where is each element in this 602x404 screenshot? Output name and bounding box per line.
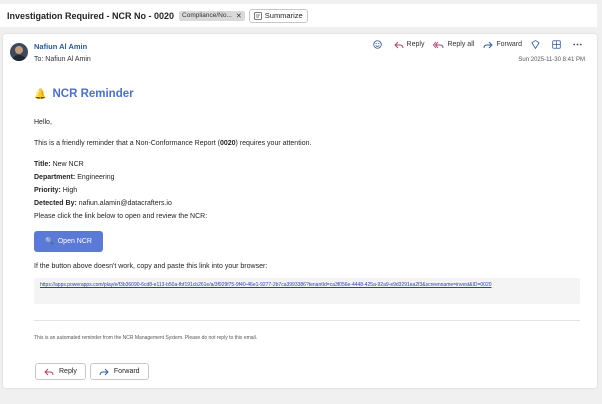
field-label: Department: (34, 174, 76, 181)
more-actions-button[interactable] (573, 43, 585, 46)
summarize-icon (253, 11, 262, 20)
reply-label: Reply (406, 41, 425, 48)
summarize-label: Summarize (264, 11, 303, 20)
bottom-forward-label: Forward (113, 368, 140, 375)
footer-note: This is an automated reminder from the N… (34, 335, 258, 341)
reply-all-icon (433, 41, 444, 48)
message-date: Sun 2025-11-30 8:41 PM (518, 57, 585, 63)
field-value: New NCR (52, 161, 84, 168)
field-label: Title: (34, 161, 51, 168)
bottom-forward-button[interactable]: Forward (89, 363, 149, 380)
grid-icon (552, 40, 561, 49)
field-value: High (62, 187, 78, 194)
field-label: Detected By: (34, 200, 77, 207)
reply-icon (393, 41, 403, 48)
link-box: https://apps.powerapps.com/play/e/f3b360… (34, 278, 580, 304)
field-department: Department: Engineering (34, 173, 115, 182)
ncr-link[interactable]: https://apps.powerapps.com/play/e/f3b360… (34, 278, 580, 290)
message-card: Nafiun Al Amin To: Nafiun Al Amin Reply … (3, 34, 597, 388)
reply-button[interactable]: Reply (393, 41, 425, 49)
ncr-number: 0020 (219, 140, 236, 147)
click-instruction: Please click the link below to open and … (34, 213, 208, 220)
forward-label: Forward (496, 41, 522, 48)
to-recipient[interactable]: Nafiun Al Amin (45, 56, 91, 63)
reply-icon (44, 368, 54, 375)
apps-button[interactable] (552, 40, 564, 49)
intro-after: ) requires your attention. (235, 140, 312, 147)
open-ncr-button[interactable]: 🔍 Open NCR (34, 231, 103, 252)
forward-button[interactable]: Forward (483, 41, 522, 49)
shield-icon (531, 40, 540, 49)
reply-all-label: Reply all (447, 41, 475, 48)
magnifier-icon: 🔍 (45, 238, 54, 245)
category-tag-label: Compliance/No... (182, 12, 232, 19)
email-subject: Investigation Required - NCR No - 0020 (7, 10, 175, 21)
field-value: nafiun.alamin@datacrafters.io (78, 200, 172, 207)
tag-close-icon[interactable]: ✕ (236, 12, 242, 20)
intro-before: This is a friendly reminder that a Non-C… (34, 140, 220, 147)
field-priority: Priority: High (34, 186, 77, 195)
greeting: Hello, (34, 119, 52, 126)
divider (34, 320, 580, 321)
reply-all-button[interactable]: Reply all (433, 41, 474, 49)
forward-icon (99, 368, 109, 375)
heading-text: NCR Reminder (52, 88, 134, 100)
avatar[interactable] (10, 43, 28, 61)
category-tag[interactable]: Compliance/No... ✕ (179, 10, 245, 21)
reminder-heading: 🔔 NCR Reminder (34, 88, 134, 100)
message-actions: Reply Reply all Forward (364, 40, 585, 49)
field-label: Priority: (34, 187, 61, 194)
field-value: Engineering (77, 174, 115, 181)
more-icon (573, 43, 582, 46)
forward-icon (483, 41, 493, 48)
bottom-reply-label: Reply (59, 368, 77, 375)
field-title: Title: New NCR (34, 160, 84, 169)
sender-name[interactable]: Nafiun Al Amin (34, 42, 87, 51)
summarize-button[interactable]: Summarize (248, 8, 308, 23)
to-prefix: To: (34, 56, 44, 63)
fallback-text: If the button above doesn't work, copy a… (34, 263, 268, 270)
bottom-reply-button[interactable]: Reply (35, 363, 86, 380)
field-detected-by: Detected By: nafiun.alamin@datacrafters.… (34, 199, 172, 208)
immersive-reader-button[interactable] (531, 40, 543, 49)
open-ncr-label: Open NCR (57, 238, 92, 245)
intro-paragraph: This is a friendly reminder that a Non-C… (34, 139, 311, 148)
emoji-button[interactable] (372, 40, 385, 49)
subject-bar: Investigation Required - NCR No - 0020 C… (0, 4, 597, 27)
to-line: To: Nafiun Al Amin (34, 56, 91, 63)
bottom-actions: Reply Forward (35, 363, 153, 380)
smiley-icon (372, 40, 382, 49)
bell-icon: 🔔 (34, 89, 47, 100)
